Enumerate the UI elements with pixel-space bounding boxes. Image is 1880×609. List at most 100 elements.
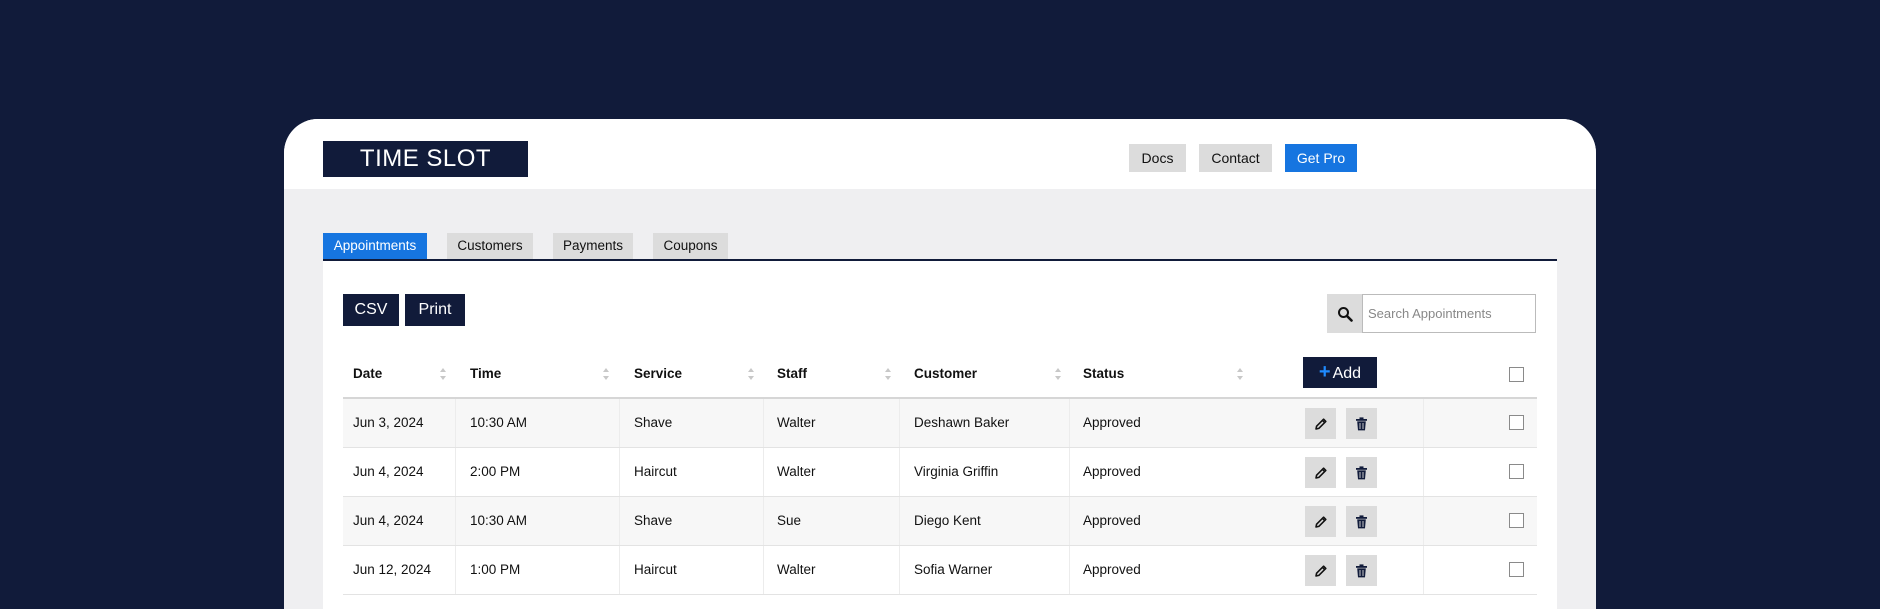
cell-customer: Deshawn Baker	[914, 415, 1010, 430]
delete-button[interactable]	[1346, 506, 1377, 537]
header-staff-label: Staff	[777, 366, 807, 381]
header-staff[interactable]: Staff	[767, 351, 897, 397]
cell-service: Haircut	[634, 562, 677, 577]
tab-coupons[interactable]: Coupons	[653, 233, 728, 259]
search-button[interactable]	[1327, 294, 1362, 333]
trash-icon	[1355, 563, 1368, 578]
tab-payments[interactable]: Payments	[553, 233, 633, 259]
delete-button[interactable]	[1346, 408, 1377, 439]
cell-service: Haircut	[634, 464, 677, 479]
column-divider	[1069, 448, 1070, 496]
contact-button[interactable]: Contact	[1199, 144, 1272, 172]
header-time[interactable]: Time	[460, 351, 610, 397]
header-date[interactable]: Date	[343, 351, 448, 397]
header-service[interactable]: Service	[624, 351, 754, 397]
column-divider	[619, 497, 620, 545]
header-customer[interactable]: Customer	[904, 351, 1054, 397]
sort-icon[interactable]	[885, 368, 891, 380]
table-header: Date Time Service Staff Customer Status …	[343, 351, 1537, 399]
cell-date: Jun 4, 2024	[353, 513, 424, 528]
search-icon	[1337, 306, 1353, 322]
cell-staff: Walter	[777, 415, 816, 430]
table-body: Jun 3, 2024 10:30 AM Shave Walter Deshawn Ba…	[343, 399, 1537, 595]
edit-button[interactable]	[1305, 555, 1336, 586]
column-divider	[455, 448, 456, 496]
table-row: Jun 4, 2024 10:30 AM Shave Sue Diego Kent App…	[343, 497, 1537, 546]
column-divider	[455, 497, 456, 545]
edit-button[interactable]	[1305, 506, 1336, 537]
plus-icon: +	[1318, 361, 1331, 383]
column-divider	[1069, 399, 1070, 447]
cell-status: Approved	[1083, 562, 1141, 577]
header-date-label: Date	[353, 366, 383, 381]
cell-status: Approved	[1083, 464, 1141, 479]
cell-customer: Sofia Warner	[914, 562, 993, 577]
column-divider	[1069, 497, 1070, 545]
edit-button[interactable]	[1305, 408, 1336, 439]
cell-date: Jun 12, 2024	[353, 562, 432, 577]
logo: TIME SLOT	[323, 141, 528, 177]
header-customer-label: Customer	[914, 366, 978, 381]
print-button[interactable]: Print	[405, 294, 465, 326]
column-divider	[763, 546, 764, 594]
column-divider	[763, 399, 764, 447]
column-divider	[455, 546, 456, 594]
delete-button[interactable]	[1346, 555, 1377, 586]
sort-icon[interactable]	[1237, 368, 1243, 380]
appointments-table: Date Time Service Staff Customer Status …	[343, 351, 1537, 595]
column-divider	[1423, 399, 1424, 447]
sort-icon[interactable]	[748, 368, 754, 380]
tab-appointments[interactable]: Appointments	[323, 233, 427, 259]
cell-customer: Diego Kent	[914, 513, 981, 528]
header-service-label: Service	[634, 366, 683, 381]
sort-icon[interactable]	[603, 368, 609, 380]
cell-time: 10:30 AM	[470, 513, 528, 528]
column-divider	[1423, 448, 1424, 496]
row-checkbox[interactable]	[1509, 415, 1524, 430]
tab-customers[interactable]: Customers	[447, 233, 533, 259]
get-pro-button[interactable]: Get Pro	[1285, 144, 1357, 172]
cell-customer: Virginia Griffin	[914, 464, 999, 479]
csv-button[interactable]: CSV	[343, 294, 399, 326]
column-divider	[619, 448, 620, 496]
header-time-label: Time	[470, 366, 502, 381]
search-input[interactable]	[1362, 294, 1536, 333]
cell-staff: Walter	[777, 562, 816, 577]
column-divider	[899, 546, 900, 594]
column-divider	[1423, 546, 1424, 594]
delete-button[interactable]	[1346, 457, 1377, 488]
cell-date: Jun 4, 2024	[353, 464, 424, 479]
cell-time: 10:30 AM	[470, 415, 528, 430]
row-checkbox[interactable]	[1509, 464, 1524, 479]
header-status[interactable]: Status	[1073, 351, 1243, 397]
sort-icon[interactable]	[440, 368, 446, 380]
trash-icon	[1355, 465, 1368, 480]
add-button[interactable]: + Add	[1303, 357, 1377, 388]
table-row: Jun 3, 2024 10:30 AM Shave Walter Deshawn Ba…	[343, 399, 1537, 448]
top-bar: TIME SLOT Docs Contact Get Pro	[284, 119, 1596, 189]
column-divider	[1423, 497, 1424, 545]
trash-icon	[1355, 416, 1368, 431]
add-button-label: Add	[1332, 365, 1362, 382]
cell-status: Approved	[1083, 415, 1141, 430]
cell-staff: Sue	[777, 513, 802, 528]
tab-bar: Appointments Customers Payments Coupons	[323, 233, 1557, 261]
appointments-panel: CSV Print Date Time Service	[323, 261, 1557, 609]
pencil-icon	[1314, 417, 1328, 431]
select-all-checkbox[interactable]	[1509, 367, 1524, 382]
sort-icon[interactable]	[1055, 368, 1061, 380]
row-checkbox[interactable]	[1509, 562, 1524, 577]
edit-button[interactable]	[1305, 457, 1336, 488]
cell-date: Jun 3, 2024	[353, 415, 424, 430]
trash-icon	[1355, 514, 1368, 529]
cell-staff: Walter	[777, 464, 816, 479]
docs-button[interactable]: Docs	[1129, 144, 1186, 172]
column-divider	[763, 448, 764, 496]
cell-service: Shave	[634, 513, 673, 528]
column-divider	[1069, 546, 1070, 594]
row-checkbox[interactable]	[1509, 513, 1524, 528]
app-window: TIME SLOT Docs Contact Get Pro Appointme…	[284, 119, 1596, 609]
pencil-icon	[1314, 515, 1328, 529]
cell-time: 1:00 PM	[470, 562, 521, 577]
column-divider	[899, 497, 900, 545]
